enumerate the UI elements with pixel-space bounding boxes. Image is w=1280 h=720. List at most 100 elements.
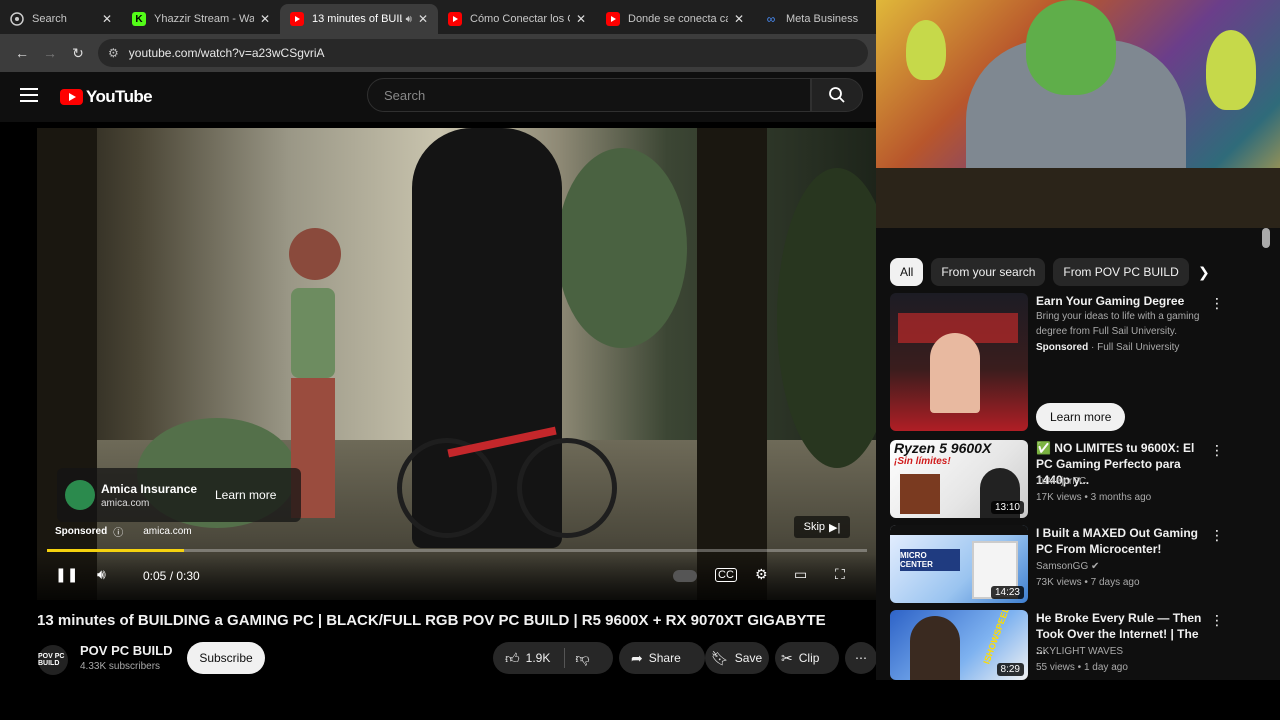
player-controls: ❚❚ 🔊︎ 0:05 / 0:30 CC ⚙ ▭ ⛶ [37,554,877,600]
chip-from-channel[interactable]: From POV PC BUILD [1053,258,1189,286]
fullscreen-icon[interactable]: ⛶ [835,566,845,583]
rec-channel[interactable]: SKYLIGHT WAVES [1036,644,1123,659]
search-icon [829,87,845,103]
url-text: youtube.com/watch?v=a23wCSgvriA [128,46,325,60]
youtube-logo[interactable]: YouTube [60,87,153,107]
search-input[interactable]: Search [367,78,811,112]
video-list-item[interactable]: MICRO CENTER 14:23 I Built a MAXED Out G… [890,525,1270,605]
address-bar[interactable]: ⚙ youtube.com/watch?v=a23wCSgvriA [98,39,868,67]
rec-channel[interactable]: TuMejorPC [1036,474,1086,489]
youtube-play-icon [60,89,83,105]
sponsored-text: Sponsored [55,526,108,537]
captions-icon[interactable]: CC [715,568,737,582]
subscriber-count: 4.33K subscribers [80,661,161,672]
browser-tab[interactable]: Cómo Conectar los C ✕ [438,4,596,34]
ad-progress-bar[interactable] [47,549,867,552]
tab-title: 13 minutes of BUIL [312,13,402,25]
close-icon[interactable]: ✕ [260,12,270,26]
channel-name[interactable]: POV PC BUILD [80,643,172,658]
youtube-icon [290,12,304,26]
search-button[interactable] [811,78,863,112]
settings-gear-icon[interactable]: ⚙ [755,566,768,583]
rec-stats: 17K views • 3 months ago [1036,492,1152,503]
thumb-text: MICRO CENTER [900,549,960,571]
sponsored-ad-item[interactable]: Earn Your Gaming Degree Bring your ideas… [890,293,1270,433]
more-vertical-icon[interactable]: ⋮ [1210,442,1224,459]
autoplay-toggle[interactable] [673,570,697,582]
ad-learn-more-button[interactable]: Learn more [215,488,276,502]
reload-icon[interactable]: ↻ [64,39,92,67]
sidebar-scrollbar[interactable] [1262,228,1270,248]
subscribe-button[interactable]: Subscribe [187,642,265,674]
duration-badge: 14:23 [990,586,1024,599]
thumbs-up-icon[interactable]: 👍︎ [505,650,520,667]
share-button[interactable]: ➦ Share [619,642,705,674]
save-label: Save [734,651,763,665]
advertiser-domain: amica.com [101,497,150,509]
skip-label: Skip [803,521,826,533]
site-info-icon[interactable]: ⚙ [108,46,119,60]
tab-title: Search [32,13,67,25]
more-vertical-icon[interactable]: ⋮ [1210,527,1224,544]
browser-tab-active[interactable]: 13 minutes of BUIL 🔊︎ ✕ [280,4,438,34]
miniplayer-icon[interactable]: ▭ [794,566,807,583]
rec-title[interactable]: Earn Your Gaming Degree [1036,293,1206,309]
ad-thumbnail[interactable] [890,293,1028,431]
rec-channel[interactable]: SamsonGG [1036,561,1088,572]
like-count[interactable]: 1.9K [526,651,551,665]
info-icon[interactable]: ⓘ [113,524,123,539]
share-label: Share [648,651,681,665]
volume-icon[interactable]: 🔊︎ [97,566,106,583]
browser-tab[interactable]: ∞ Meta Business [754,4,876,34]
back-icon[interactable]: ← [8,39,36,67]
like-dislike-group: 👍︎ 1.9K 👎︎ [493,642,613,674]
video-thumbnail[interactable]: Ryzen 5 9600X ¡Sin límites! 13:10 [890,440,1028,518]
more-horizontal-icon: ⋯ [855,651,867,665]
pause-icon[interactable]: ❚❚ [55,566,78,583]
sponsored-domain[interactable]: amica.com [143,526,191,537]
bookmark-icon: 🔖︎ [711,649,729,666]
browser-tab[interactable]: Donde se conecta cad ✕ [596,4,754,34]
youtube-icon [448,12,462,26]
forward-icon[interactable]: → [36,39,64,67]
video-list-item[interactable]: Ryzen 5 9600X ¡Sin límites! 13:10 ✅ NO L… [890,440,1270,520]
kick-icon: K [132,12,146,26]
close-icon[interactable]: ✕ [576,12,586,26]
close-icon[interactable]: ✕ [418,12,428,26]
more-vertical-icon[interactable]: ⋮ [1210,612,1224,629]
thumbs-down-icon[interactable]: 👎︎ [575,650,589,667]
related-sidebar: All From your search From POV PC BUILD ❯… [876,228,1280,680]
ad-advertiser: Full Sail University [1097,342,1180,353]
skip-ad-button[interactable]: Skip ▶︎| [794,516,850,538]
channel-avatar[interactable]: POV PC BUILD [38,645,68,675]
close-icon[interactable]: ✕ [734,12,744,26]
menu-icon[interactable] [20,88,38,102]
more-actions-button[interactable]: ⋯ [845,642,877,674]
clip-button[interactable]: ✂ Clip [775,642,839,674]
search-icon [10,12,24,26]
ad-info-card[interactable]: Amica Insurance amica.com Learn more [57,468,301,522]
youtube-masthead: YouTube Search [0,72,876,122]
video-thumbnail[interactable]: ISHOWSPEED 8:29 [890,610,1028,680]
search-placeholder: Search [384,87,426,103]
video-list-item[interactable]: ISHOWSPEED 8:29 He Broke Every Rule — Th… [890,610,1270,680]
video-player[interactable]: Amica Insurance amica.com Learn more Spo… [37,128,877,600]
more-vertical-icon[interactable]: ⋮ [1210,295,1224,312]
chip-all[interactable]: All [890,258,924,286]
chip-from-your-search[interactable]: From your search [931,258,1046,286]
rec-title[interactable]: I Built a MAXED Out Gaming PC From Micro… [1036,525,1206,557]
video-thumbnail[interactable]: MICRO CENTER 14:23 [890,525,1028,603]
save-button[interactable]: 🔖︎ Save [705,642,769,674]
browser-tab[interactable]: Search ✕ [0,4,122,34]
close-icon[interactable]: ✕ [102,12,112,26]
ad-progress-fill [47,549,184,552]
tab-title: Meta Business [786,13,859,25]
chevron-right-icon[interactable]: ❯ [1198,264,1210,281]
speaker-icon[interactable]: 🔊︎ [406,14,412,25]
video-title: 13 minutes of BUILDING a GAMING PC | BLA… [37,612,826,629]
browser-tab[interactable]: K Yhazzir Stream - Watc ✕ [122,4,280,34]
ad-learn-more-button[interactable]: Learn more [1036,403,1126,431]
thumb-text: Ryzen 5 9600X [894,440,992,456]
duration-badge: 13:10 [990,501,1024,514]
verified-icon: ✔ [1091,561,1100,572]
